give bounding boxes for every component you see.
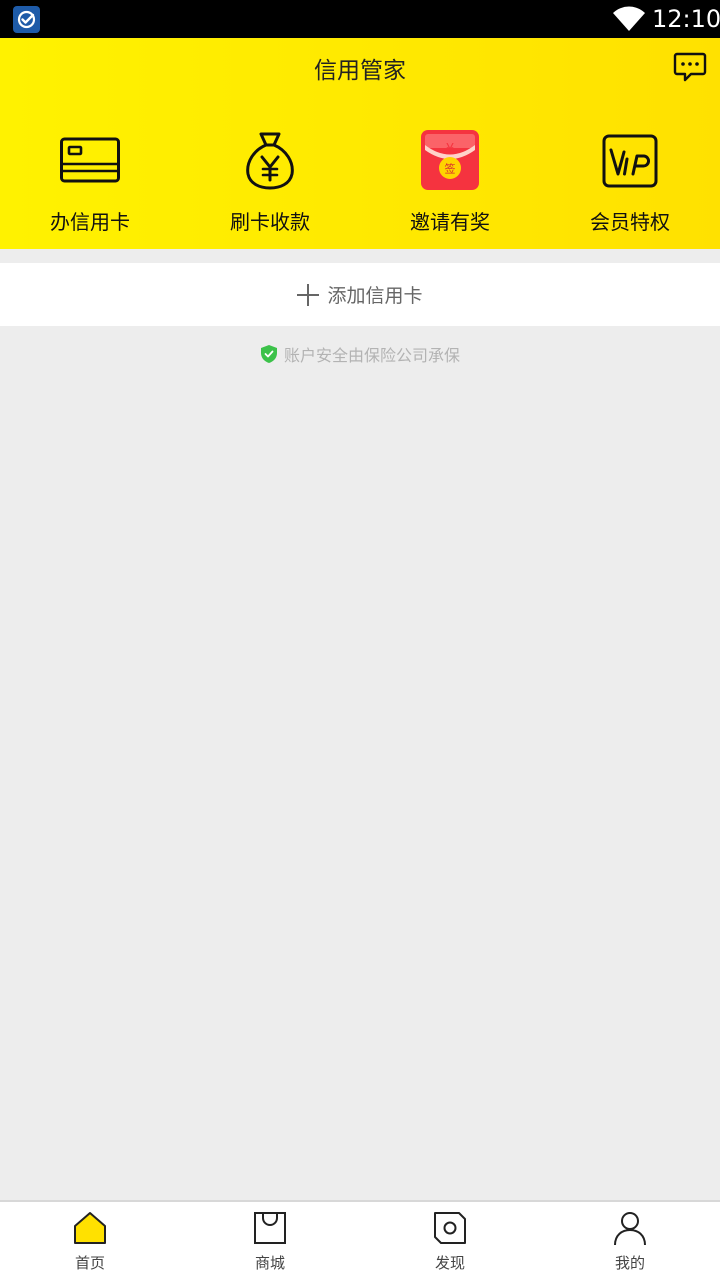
money-bag-icon (246, 132, 294, 190)
shield-check-icon (260, 345, 277, 363)
page-title: 信用管家 (314, 58, 406, 84)
tab-label: 我的 (614, 1254, 645, 1272)
feature-label: 邀请有奖 (410, 210, 490, 234)
tab-discover[interactable]: 发现 (360, 1202, 540, 1280)
header: 信用管家 办信用卡 刷卡收款 ¥ 签 邀请有奖 会员特权 (0, 38, 720, 249)
red-envelope-icon: ¥ 签 (421, 130, 479, 190)
currency-symbol: ¥ (446, 142, 454, 157)
feature-vip-privileges[interactable]: 会员特权 (540, 128, 720, 238)
discover-icon (434, 1212, 466, 1244)
tab-home[interactable]: 首页 (0, 1202, 180, 1280)
tab-label: 首页 (74, 1254, 105, 1272)
seal-text: 签 (445, 162, 456, 176)
home-icon (74, 1212, 106, 1244)
feature-label: 会员特权 (590, 210, 670, 234)
feature-label: 刷卡收款 (230, 210, 310, 234)
add-credit-card-button[interactable]: 添加信用卡 (0, 263, 720, 326)
feature-label: 办信用卡 (50, 210, 130, 234)
message-icon[interactable] (673, 51, 707, 83)
wifi-icon (613, 6, 645, 31)
add-card-label: 添加信用卡 (327, 285, 423, 307)
security-note: 账户安全由保险公司承保 (0, 342, 720, 366)
shopping-bag-icon (254, 1212, 286, 1244)
profile-icon (614, 1212, 646, 1246)
status-time: 12:10 (652, 5, 720, 33)
feature-invite-reward[interactable]: ¥ 签 邀请有奖 (360, 128, 540, 238)
app-notification-icon (13, 6, 40, 33)
security-text: 账户安全由保险公司承保 (283, 346, 460, 365)
credit-card-icon (60, 137, 120, 183)
vip-icon (602, 134, 658, 188)
tab-label: 发现 (434, 1254, 465, 1272)
status-bar: 12:10 (0, 0, 720, 38)
feature-card-payment[interactable]: 刷卡收款 (180, 128, 360, 238)
bottom-tab-bar: 首页 商城 发现 我的 (0, 1200, 720, 1280)
tab-mall[interactable]: 商城 (180, 1202, 360, 1280)
tab-profile[interactable]: 我的 (540, 1202, 720, 1280)
feature-apply-credit-card[interactable]: 办信用卡 (0, 128, 180, 238)
plus-icon (297, 283, 320, 306)
tab-label: 商城 (254, 1254, 285, 1272)
